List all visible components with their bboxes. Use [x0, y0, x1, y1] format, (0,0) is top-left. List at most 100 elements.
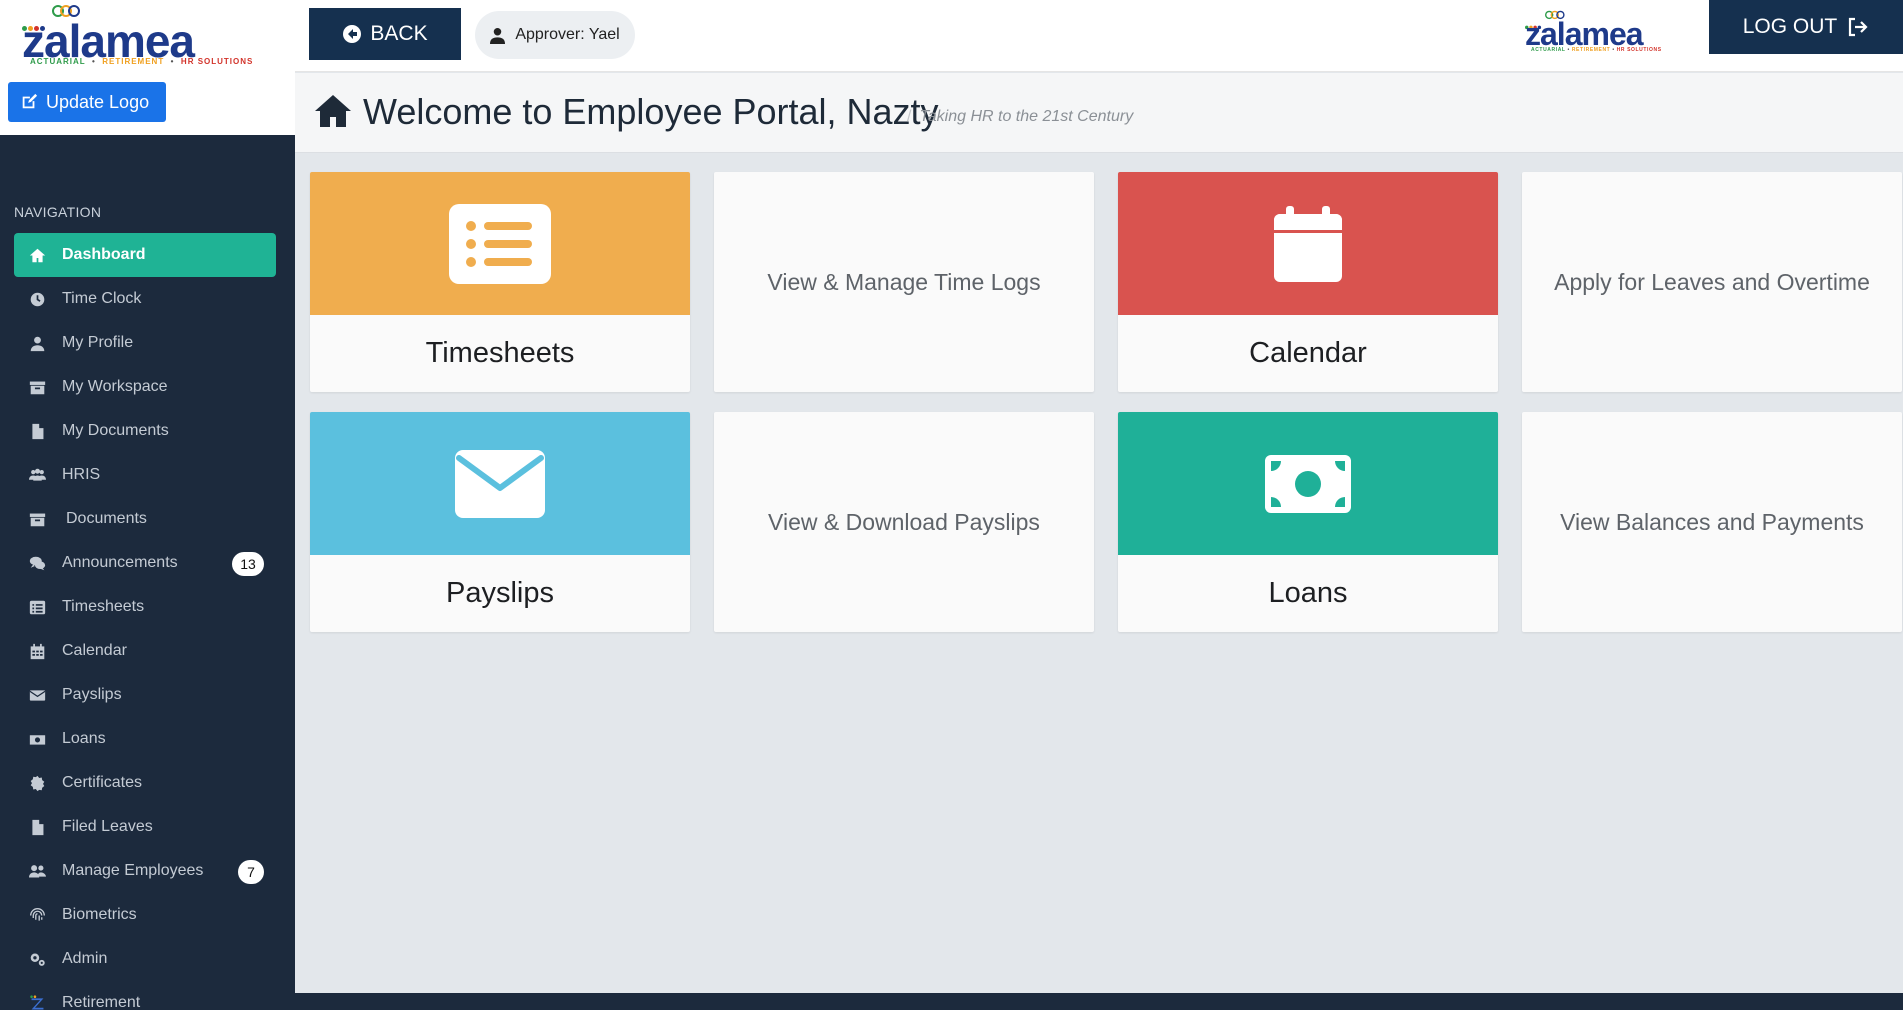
sidebar-item-label: Documents: [66, 510, 147, 527]
approver-chip: Approver: Yael: [475, 11, 635, 59]
balances-payments-card-text: View Balances and Payments: [1560, 508, 1864, 535]
payslips-card[interactable]: Payslips: [310, 412, 690, 632]
sidebar-item-loans[interactable]: Loans: [14, 717, 276, 761]
sidebar-item-documents[interactable]: Documents: [14, 497, 276, 541]
back-button[interactable]: BACK: [309, 8, 461, 60]
payslips-card-banner: [310, 412, 690, 555]
approver-label: Approver: Yael: [515, 26, 620, 43]
user-icon: [26, 334, 48, 352]
sign-out-icon: [1849, 17, 1868, 37]
update-logo-button[interactable]: Update Logo: [8, 82, 166, 122]
sidebar-item-label: Calendar: [62, 642, 127, 659]
logo-tag-3: HR SOLUTIONS: [1616, 47, 1662, 53]
payslips-card-title: Payslips: [446, 577, 554, 609]
sidebar-item-label: Payslips: [62, 686, 122, 703]
page-subtitle: / Taking HR to the 21st Century: [907, 108, 1133, 126]
sidebar-item-biometrics[interactable]: Biometrics: [14, 893, 276, 937]
breadcrumb-separator: /: [907, 108, 912, 125]
list-icon: [449, 203, 551, 284]
sidebar-item-retirement[interactable]: Retirement: [14, 981, 276, 1010]
sidebar-item-label: Certificates: [62, 774, 143, 791]
users-icon: [26, 466, 48, 484]
balances-payments-card[interactable]: View Balances and Payments: [1522, 412, 1902, 632]
sidebar-item-label: HRIS: [62, 466, 101, 483]
page-title: Welcome to Employee Portal, Nazty: [363, 91, 939, 132]
leaves-overtime-card[interactable]: Apply for Leaves and Overtime: [1522, 172, 1902, 392]
sidebar-nav: Dashboard Time Clock My Profile My Works…: [14, 233, 276, 1010]
sidebar-item-manage-employees[interactable]: Manage Employees 7: [14, 849, 276, 893]
archive-icon: [26, 510, 48, 528]
sidebar-item-admin[interactable]: Admin: [14, 937, 276, 981]
sidebar-logo-area: zalamea ACTUARIAL • RETIREMENT • HR SOLU…: [0, 0, 295, 135]
logout-button[interactable]: LOG OUT: [1709, 0, 1903, 54]
nav-section-title: NAVIGATION: [14, 204, 102, 220]
users-icon: [26, 862, 48, 880]
sidebar-item-my-profile[interactable]: My Profile: [14, 321, 276, 365]
logo-tagline: ACTUARIAL • RETIREMENT • HR SOLUTIONS: [1531, 47, 1662, 53]
sidebar: zalamea ACTUARIAL • RETIREMENT • HR SOLU…: [0, 0, 295, 1010]
time-logs-card[interactable]: View & Manage Time Logs: [714, 172, 1094, 392]
sidebar-item-label: Announcements: [62, 554, 178, 571]
sidebar-item-time-clock[interactable]: Time Clock: [14, 277, 276, 321]
timesheets-card[interactable]: Timesheets: [310, 172, 690, 392]
user-icon: [490, 27, 506, 44]
logo-tag-1: ACTUARIAL: [30, 57, 86, 66]
update-logo-label: Update Logo: [46, 91, 150, 112]
sidebar-item-label: Manage Employees: [62, 862, 204, 879]
sidebar-item-payslips[interactable]: Payslips: [14, 673, 276, 717]
loans-card[interactable]: Loans: [1118, 412, 1498, 632]
sidebar-item-my-workspace[interactable]: My Workspace: [14, 365, 276, 409]
sidebar-item-my-documents[interactable]: My Documents: [14, 409, 276, 453]
logo-tag-2: RETIREMENT: [102, 57, 165, 66]
sidebar-item-timesheets[interactable]: Timesheets: [14, 585, 276, 629]
sidebar-item-announcements[interactable]: Announcements 13: [14, 541, 276, 585]
certificate-icon: [26, 774, 48, 792]
time-logs-card-text: View & Manage Time Logs: [767, 268, 1041, 295]
logo-wordmark: zalamea: [1525, 16, 1644, 52]
cogs-icon: [26, 950, 48, 968]
calendar-card-title: Calendar: [1249, 337, 1367, 369]
clock-icon: [26, 290, 48, 308]
zalamea-icon: [26, 994, 48, 1010]
sidebar-item-label: Time Clock: [62, 290, 142, 307]
logo-tag-1: ACTUARIAL: [1531, 47, 1566, 53]
sidebar-item-label: Dashboard: [62, 246, 146, 263]
sidebar-item-hris[interactable]: HRIS: [14, 453, 276, 497]
sidebar-item-calendar[interactable]: Calendar: [14, 629, 276, 673]
money-icon: [1265, 454, 1351, 513]
sidebar-item-label: Retirement: [62, 994, 141, 1010]
calendar-icon: [1274, 205, 1342, 282]
manage-employees-count-badge: 7: [238, 860, 264, 884]
loans-card-title: Loans: [1268, 577, 1348, 609]
company-logo: zalamea ACTUARIAL • RETIREMENT • HR SOLU…: [22, 5, 262, 68]
sidebar-item-label: Biometrics: [62, 906, 137, 923]
calendar-icon: [26, 642, 48, 660]
sidebar-item-label: My Profile: [62, 334, 134, 351]
page-subtitle-text: Taking HR to the 21st Century: [919, 108, 1134, 125]
sidebar-item-certificates[interactable]: Certificates: [14, 761, 276, 805]
envelope-icon: [455, 449, 545, 518]
calendar-card[interactable]: Calendar: [1118, 172, 1498, 392]
arrow-left-circle-icon: [343, 25, 362, 43]
file-icon: [26, 422, 48, 440]
download-payslips-card-text: View & Download Payslips: [768, 508, 1040, 535]
bottom-bar: [295, 993, 1903, 1010]
fingerprint-icon: [26, 906, 48, 924]
edit-icon: [22, 93, 38, 109]
home-icon: [315, 95, 351, 127]
file-icon: [26, 818, 48, 836]
timesheets-card-banner: [310, 172, 690, 315]
download-payslips-card[interactable]: View & Download Payslips: [714, 412, 1094, 632]
back-button-label: BACK: [370, 22, 428, 45]
comments-icon: [26, 554, 48, 572]
sidebar-item-dashboard[interactable]: Dashboard: [14, 233, 276, 277]
money-icon: [26, 730, 48, 748]
timesheets-card-title: Timesheets: [425, 337, 575, 369]
top-bar: BACK Approver: Yael zalamea ACTUARIAL • …: [295, 0, 1903, 72]
sidebar-item-label: My Documents: [62, 422, 169, 439]
sidebar-item-filed-leaves[interactable]: Filed Leaves: [14, 805, 276, 849]
list-icon: [26, 598, 48, 616]
announcements-count-badge: 13: [232, 552, 264, 576]
logout-button-label: LOG OUT: [1742, 15, 1838, 38]
calendar-card-banner: [1118, 172, 1498, 315]
